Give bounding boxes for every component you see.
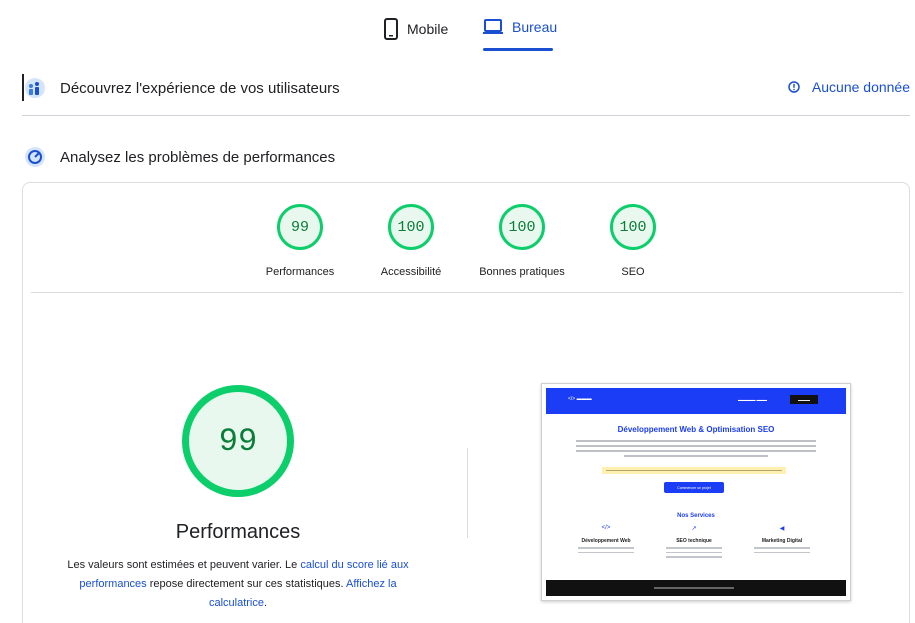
screenshot-logo: </> ▬▬▬ [568, 396, 592, 402]
score-gauge-seo[interactable]: 100 SEO [583, 204, 683, 278]
score-gauge-performance[interactable]: 99 Performances [250, 204, 350, 278]
card-divider [31, 292, 903, 293]
screenshot-nav-links: ▬▬▬▬▬ ▬▬▬ [738, 398, 767, 402]
score-value: 100 [499, 204, 545, 250]
score-label: Performances [265, 266, 335, 278]
main-score-title: Performances [175, 521, 301, 543]
score-gauge-accessibility[interactable]: 100 Accessibilité [361, 204, 461, 278]
score-value: 99 [277, 204, 323, 250]
info-icon [788, 81, 800, 93]
screenshot-paragraph [576, 440, 816, 458]
phone-icon [384, 18, 398, 40]
tab-mobile-label: Mobile [407, 21, 449, 37]
screenshot-footer [546, 580, 846, 596]
screenshot-highlight [602, 467, 786, 474]
desc-text-2: repose directement sur ces statistiques. [146, 578, 347, 590]
score-value: 100 [388, 204, 434, 250]
laptop-icon [483, 19, 503, 34]
no-data-indicator[interactable]: Aucune donnée [788, 79, 910, 95]
screenshot-content: </> ▬▬▬ ▬▬▬▬▬ ▬▬▬ ▬▬▬▬ Développement Web… [546, 388, 846, 596]
vertical-divider [467, 448, 468, 538]
tab-desktop-label: Bureau [512, 19, 558, 35]
score-label: Accessibilité [380, 266, 442, 278]
screenshot-service: ◀ Marketing Digital [742, 525, 822, 553]
gauge-icon [24, 146, 46, 168]
section-divider [22, 115, 910, 116]
score-value: 100 [610, 204, 656, 250]
main-score-gauge: 99 [182, 385, 294, 497]
page-screenshot-thumbnail[interactable]: </> ▬▬▬ ▬▬▬▬▬ ▬▬▬ ▬▬▬▬ Développement Web… [541, 383, 851, 601]
code-icon: </> [601, 525, 611, 531]
section-diagnostics-title: Analysez les problèmes de performances [60, 148, 336, 166]
screenshot-nav-button: ▬▬▬▬ [790, 395, 818, 404]
screenshot-service-title: Marketing Digital [761, 538, 803, 544]
screenshot-service-title: SEO technique [676, 538, 712, 544]
no-data-label: Aucune donnée [811, 79, 910, 95]
active-tab-indicator [483, 48, 553, 51]
score-gauge-best-practices[interactable]: 100 Bonnes pratiques [472, 204, 572, 278]
screenshot-headline: Développement Web & Optimisation SEO [617, 425, 775, 434]
screenshot-services-title: Nos Services [677, 513, 715, 519]
score-label: SEO [621, 266, 645, 278]
chart-icon: ↗ [691, 526, 697, 532]
screenshot-cta: Commencer un projet [664, 482, 724, 493]
section-experience: Découvrez l'expérience de vos utilisateu… [22, 74, 915, 102]
screenshot-navbar: </> ▬▬▬ ▬▬▬▬▬ ▬▬▬ ▬▬▬▬ [546, 388, 846, 414]
desc-text-3: . [263, 597, 268, 609]
desc-text-1: Les valeurs sont estimées et peuvent var… [67, 559, 301, 571]
users-icon [24, 77, 46, 99]
device-tabs: Mobile Bureau [0, 0, 915, 52]
megaphone-icon: ◀ [779, 526, 785, 532]
score-label: Bonnes pratiques [479, 266, 565, 278]
screenshot-service: </> Développement Web [566, 525, 646, 553]
tab-mobile[interactable]: Mobile [383, 18, 448, 40]
score-description: Les valeurs sont estimées et peuvent var… [60, 556, 416, 613]
screenshot-service: ↗ SEO technique [654, 525, 734, 558]
tab-desktop[interactable]: Bureau [482, 18, 557, 36]
screenshot-service-title: Développement Web [581, 538, 631, 544]
section-experience-title: Découvrez l'expérience de vos utilisateu… [60, 79, 340, 97]
section-diagnostics: Analysez les problèmes de performances [22, 143, 915, 171]
